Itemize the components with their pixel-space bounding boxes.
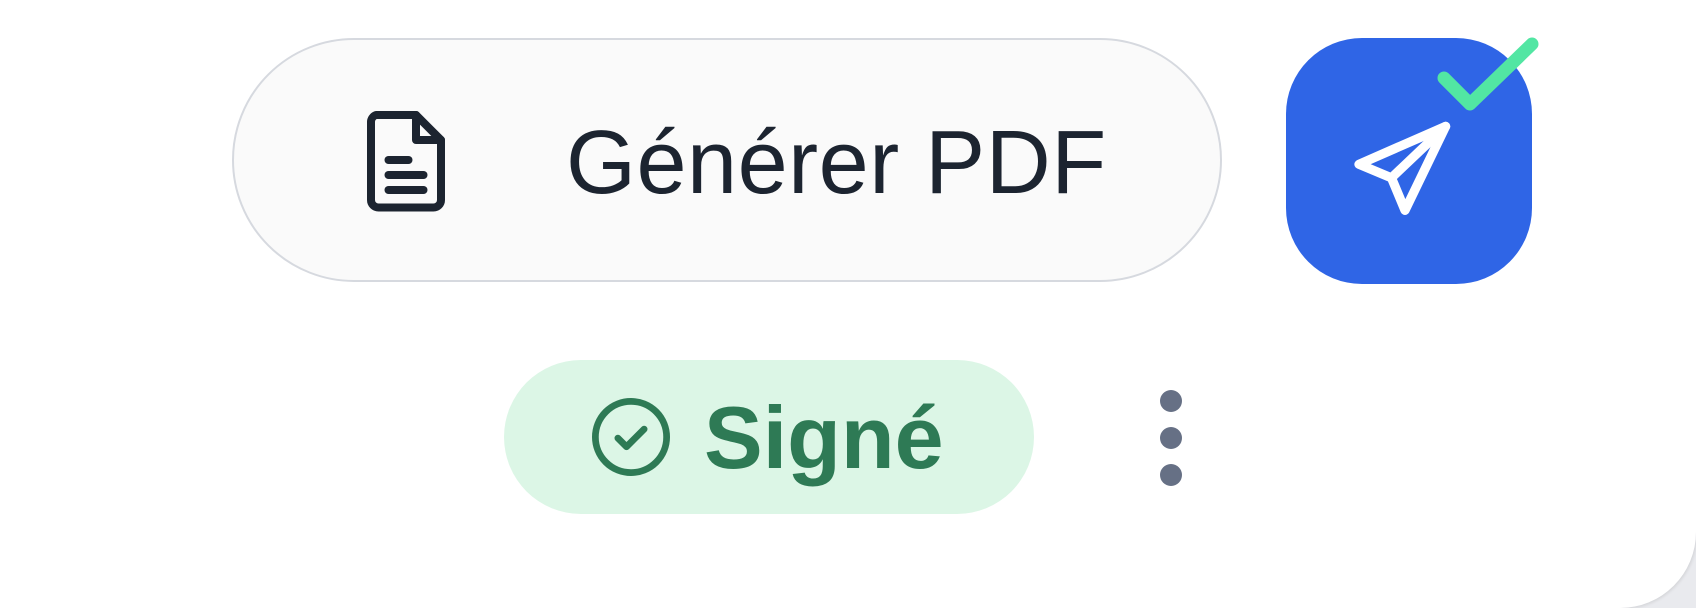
more-options-icon: [1160, 390, 1182, 412]
more-options-icon-dot: [1160, 427, 1182, 449]
more-options-icon-dot: [1160, 464, 1182, 486]
status-badge: Signé: [504, 360, 1034, 514]
generate-pdf-label: Générer PDF: [566, 113, 1107, 213]
generate-pdf-button[interactable]: Générer PDF: [232, 38, 1222, 282]
document-icon: [367, 111, 445, 212]
check-circle-icon: [592, 398, 670, 476]
more-options-button[interactable]: [1148, 378, 1196, 498]
status-label: Signé: [704, 388, 944, 487]
sent-check-icon: [1437, 37, 1539, 111]
actions-panel: Générer PDF Signé: [0, 0, 1696, 608]
